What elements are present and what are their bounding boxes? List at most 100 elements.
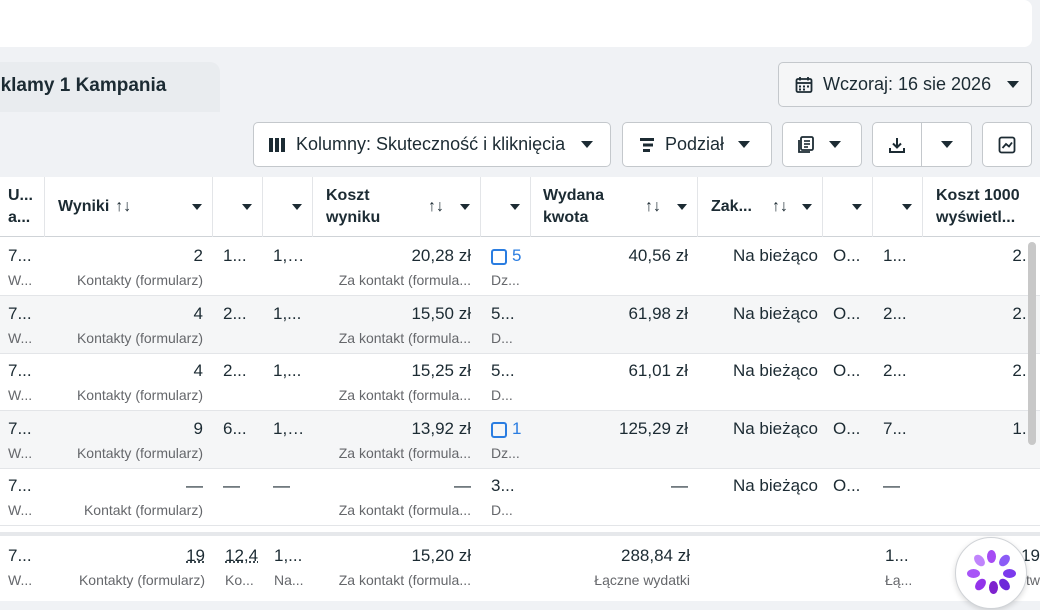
- export-button-group: [872, 122, 972, 167]
- chevron-down-icon: [242, 204, 252, 210]
- column-header-label: Koszt wyniku: [326, 187, 381, 226]
- cell-c5-sub: D...: [491, 329, 513, 346]
- sort-icon: ↑↓: [772, 198, 788, 215]
- totals-results[interactable]: 19: [50, 546, 205, 566]
- sort-icon: ↑↓: [645, 198, 661, 215]
- columns-button[interactable]: Kolumny: Skuteczność i kliknięcia: [253, 122, 611, 167]
- top-search-bar[interactable]: [0, 0, 1032, 47]
- cell-c2: 2...: [223, 303, 247, 323]
- column-header-cost-per-result[interactable]: Koszt wyniku ↑↓: [313, 177, 481, 237]
- cell-c0-sub: W...: [8, 502, 33, 518]
- reports-button[interactable]: [782, 122, 862, 167]
- cell-c3: 1,16: [273, 246, 305, 265]
- column-header-label: Zak...: [711, 198, 752, 215]
- cell-cpr-sub: Za kontakt (formula...: [338, 444, 471, 461]
- breakdown-button[interactable]: Podział: [622, 122, 772, 167]
- cell-c5: 5...: [491, 361, 515, 380]
- cell-c5-sub: Dz...: [491, 444, 520, 461]
- column-header-amount-spent[interactable]: Wydana kwota ↑↓: [531, 177, 698, 237]
- assistant-button[interactable]: [955, 537, 1027, 609]
- cell-spent: 61,01 zł: [628, 361, 688, 380]
- sort-icon: ↑↓: [115, 198, 132, 215]
- assistant-icon: [956, 538, 1028, 610]
- cell-spent: —: [671, 476, 688, 495]
- export-button[interactable]: [873, 123, 923, 166]
- cell-c5: 1: [512, 418, 522, 438]
- cell-c0: 7...: [8, 246, 32, 265]
- cell-results: 4: [193, 303, 203, 323]
- cell-results-sub: Kontakty (formularz): [76, 272, 203, 288]
- cell-ends: Na bieżąco: [732, 246, 818, 265]
- cell-c9: 2...: [883, 303, 907, 323]
- table-row[interactable]: 7... W... 9 Kontakty (formularz) 6... 1,13 13,…: [0, 410, 1040, 469]
- cell-c0: 7...: [8, 303, 32, 323]
- cell-c8: O...: [833, 303, 861, 323]
- cell-cpr-sub: Za kontakt (formula...: [338, 329, 471, 346]
- cell-cpm: 1...: [1012, 418, 1036, 438]
- totals-cost-per-result: 15,20 zł: [411, 546, 471, 565]
- column-header-ends[interactable]: Zak... ↑↓: [698, 177, 823, 237]
- cell-spent: 61,98 zł: [628, 303, 688, 323]
- reports-icon: [798, 135, 814, 153]
- chevron-down-icon: [677, 204, 687, 210]
- cell-cpr-sub: Za kontakt (formula...: [338, 387, 471, 403]
- cell-c8: O...: [833, 361, 861, 380]
- charts-button[interactable]: [982, 122, 1032, 167]
- column-header-u[interactable]: U... a...: [0, 177, 45, 237]
- totals-cost-per-result-sub: Za kontakt (formula...: [338, 572, 471, 588]
- chevron-down-icon: [940, 141, 953, 148]
- column-header-cpm[interactable]: Koszt 1000 wyświetl...: [923, 177, 1040, 237]
- chevron-down-icon: [292, 204, 302, 210]
- cell-c5: 3...: [491, 476, 515, 495]
- table-row[interactable]: 7... W... 2 Kontakty (formularz) 1... 1,16 20,…: [0, 238, 1040, 296]
- columns-icon: [269, 137, 285, 152]
- cell-spent: 125,29 zł: [619, 418, 688, 438]
- cell-c0-sub: W...: [8, 387, 33, 403]
- cell-results-sub: Kontakty (formularz): [76, 329, 203, 346]
- date-range-button[interactable]: Wczoraj: 16 sie 2026: [778, 62, 1032, 107]
- totals-ctr-sub: Na...: [274, 572, 304, 588]
- campaign-tab[interactable]: eklamy 1 Kampania: [0, 62, 220, 112]
- chevron-down-icon: [829, 141, 841, 148]
- columns-button-label: Kolumny: Skuteczność i kliknięcia: [296, 134, 566, 154]
- column-header-budget[interactable]: [823, 177, 873, 237]
- column-header-clicks[interactable]: [213, 177, 263, 237]
- vertical-scrollbar[interactable]: [1028, 242, 1036, 445]
- column-header-ctr[interactable]: [263, 177, 313, 237]
- ads-table: U... a... Wyniki ↑↓ Koszt wyniku ↑↓ Wyda…: [0, 177, 1040, 601]
- cell-c5-sub: D...: [491, 502, 513, 518]
- export-dropdown-button[interactable]: [922, 123, 971, 166]
- sort-icon: ↑↓: [428, 198, 444, 215]
- cell-c8: O...: [833, 418, 861, 438]
- table-row[interactable]: 7... W... — Kontakt (formularz) — — — Za kontak…: [0, 468, 1040, 526]
- column-header-results[interactable]: Wyniki ↑↓: [45, 177, 213, 237]
- totals-clicks[interactable]: 12,4: [225, 546, 259, 566]
- table-row[interactable]: 7... W... 4 Kontakty (formularz) 2... 1,... 15…: [0, 353, 1040, 411]
- cell-c0-sub: W...: [8, 272, 33, 288]
- cell-cpr: 20,28 zł: [411, 246, 471, 265]
- cell-cpr: 15,50 zł: [411, 303, 471, 323]
- cell-c5: 5...: [491, 303, 515, 323]
- cell-c3: —: [273, 476, 290, 495]
- totals-amount-spent: 288,84 zł: [621, 546, 690, 565]
- cell-c5: 5: [512, 246, 522, 265]
- cell-cpr: 13,92 zł: [411, 418, 471, 438]
- download-icon: [889, 137, 905, 153]
- cell-c3: 1,...: [273, 361, 302, 380]
- column-header-label: Wydana kwota: [543, 187, 605, 226]
- delivery-chart-icon[interactable]: [491, 421, 507, 438]
- totals-ctr: 1,...: [274, 546, 303, 565]
- column-header-delivery[interactable]: [481, 177, 531, 237]
- cell-c9: —: [883, 476, 900, 495]
- cell-cpr-sub: Za kontakt (formula...: [338, 502, 471, 518]
- cell-c3: 1,13: [273, 418, 305, 438]
- table-row[interactable]: 7... W... 4 Kontakty (formularz) 2... 1,... 15…: [0, 295, 1040, 354]
- cell-cpr-sub: Za kontakt (formula...: [338, 272, 471, 288]
- column-header-label: U... a...: [8, 187, 33, 226]
- date-range-label: Wczoraj: 16 sie 2026: [823, 74, 992, 94]
- column-header-impressions[interactable]: [873, 177, 923, 237]
- cell-cpr: 15,25 zł: [411, 361, 471, 380]
- delivery-chart-icon[interactable]: [491, 249, 507, 265]
- cell-c0-sub: W...: [8, 444, 33, 461]
- campaign-tab-label: eklamy 1 Kampania: [0, 75, 167, 96]
